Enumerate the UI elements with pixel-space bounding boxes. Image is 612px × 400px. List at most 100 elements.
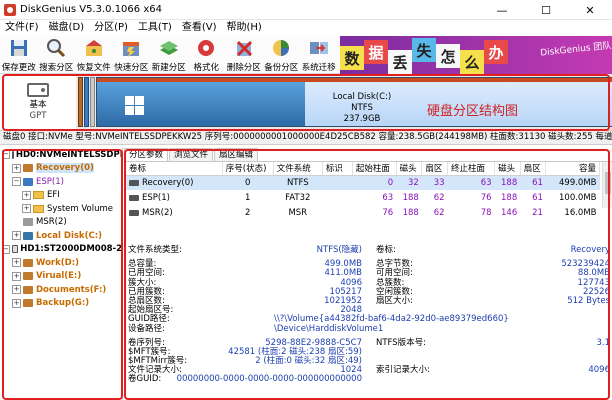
tree-item[interactable]: + Recovery(0) xyxy=(0,162,122,176)
cell-start-head: 188 xyxy=(402,207,419,218)
partition-segment-recovery[interactable] xyxy=(78,77,83,127)
cell-start-cyl: 63 xyxy=(382,192,394,203)
maximize-button[interactable]: ☐ xyxy=(524,0,568,20)
cell-capacity: 16.0MB xyxy=(564,207,597,218)
tree-item-label: Documents(F:) xyxy=(36,284,107,295)
tree-item[interactable]: + EFI xyxy=(0,189,122,203)
partition-segment-esp[interactable] xyxy=(84,77,89,127)
disk-type-label: 基本 xyxy=(29,99,47,110)
col-header[interactable]: 标识 xyxy=(322,162,353,176)
tree-item[interactable]: MSR(2) xyxy=(0,216,122,230)
panel-tabs: 分区参数 浏览文件 扇区编辑 xyxy=(124,148,612,162)
expand-icon[interactable]: + xyxy=(12,231,21,241)
partition-icon xyxy=(23,164,33,173)
partition-style-label: GPT xyxy=(29,110,47,121)
tree-item-label: HD1:ST2000DM008-2 xyxy=(20,244,122,255)
menu-view[interactable]: 查看(V) xyxy=(177,20,222,36)
app-logo-icon xyxy=(4,3,16,16)
cell-flag xyxy=(322,205,352,220)
partition-icon xyxy=(23,272,33,281)
col-header[interactable]: 容量 xyxy=(545,162,600,176)
format-button[interactable]: 格式化 xyxy=(188,36,226,74)
tab-browse-files[interactable]: 浏览文件 xyxy=(169,148,214,161)
cell-start-cyl: 76 xyxy=(382,207,394,218)
search-partition-button[interactable]: 搜索分区 xyxy=(38,36,76,74)
col-header[interactable]: 磁头 xyxy=(396,162,423,176)
partition-icon xyxy=(23,177,33,186)
collapse-icon[interactable]: − xyxy=(2,244,10,254)
tree-item[interactable]: + Local Disk(C:) xyxy=(0,229,122,243)
partition-table: 卷标 序号(状态) 文件系统 标识 起始柱面 磁头 扇区 终止柱面 磁头 扇区 … xyxy=(126,162,600,220)
partition-segment-c[interactable]: Local Disk(C:) NTFS 237.9GB 硬盘分区结构图 xyxy=(96,77,612,127)
cell-index: 0 xyxy=(222,175,274,190)
cell-start-sector: 62 xyxy=(433,192,445,203)
disk-info-line: 磁盘0 接口:NVMe 型号:NVMeINTELSSDPEKKW25 序列号:0… xyxy=(0,130,612,145)
table-row[interactable]: Recovery(0) 0 NTFS 0 32 33 63 188 61 499… xyxy=(126,175,600,190)
menu-partition[interactable]: 分区(P) xyxy=(89,20,133,36)
detail-row: $MFTMirr簇号: 2 (柱面:0 磁头:32 扇区:49) xyxy=(128,356,362,367)
menu-file[interactable]: 文件(F) xyxy=(0,20,44,36)
save-changes-button[interactable]: 保存更改 xyxy=(0,36,38,74)
tree-item-label: EFI xyxy=(47,190,60,201)
menu-disk[interactable]: 磁盘(D) xyxy=(44,20,90,36)
cell-label: MSR(2) xyxy=(142,207,173,218)
close-button[interactable]: ✕ xyxy=(568,0,612,20)
tree-item[interactable]: − HD0:NVMeINTELSSDPEK xyxy=(0,148,122,162)
cell-capacity: 100.0MB xyxy=(559,192,597,203)
col-header[interactable]: 序号(状态) xyxy=(222,162,274,176)
col-header[interactable]: 卷标 xyxy=(126,162,223,176)
partition-icon xyxy=(23,285,33,294)
col-header[interactable]: 文件系统 xyxy=(273,162,323,176)
promo-banner[interactable]: 数 据 丢 失 怎 么 办 DiskGenius 团队为您服务 xyxy=(340,36,612,76)
cell-start-head: 32 xyxy=(396,175,422,190)
backup-partition-button[interactable]: 备份分区 xyxy=(263,36,301,74)
tree-item-label: ESP(1) xyxy=(36,176,64,187)
disk-overview: 基本 GPT Local Disk(C:) NTFS 237.9GB 硬盘分区结… xyxy=(0,74,612,130)
tree-item[interactable]: + Work(D:) xyxy=(0,256,122,270)
collapse-icon[interactable]: − xyxy=(2,150,10,160)
tab-partition-params[interactable]: 分区参数 xyxy=(124,148,169,161)
col-header[interactable]: 扇区 xyxy=(421,162,449,176)
tree-item[interactable]: + Documents(F:) xyxy=(0,283,122,297)
tree-item[interactable]: + Virual(E:) xyxy=(0,270,122,284)
cell-end-sector: 61 xyxy=(532,192,543,203)
tree-item-label: Virual(E:) xyxy=(36,271,82,282)
col-header[interactable]: 终止柱面 xyxy=(447,162,496,176)
tree-item[interactable]: + Backup(G:) xyxy=(0,297,122,311)
minimize-button[interactable]: — xyxy=(480,0,524,20)
col-header[interactable]: 起始柱面 xyxy=(352,162,397,176)
expand-icon[interactable]: + xyxy=(12,298,21,308)
tree-item-label: System Volume xyxy=(47,203,114,214)
table-row[interactable]: MSR(2) 2 MSR 76 188 62 78 146 21 16.0MB xyxy=(126,205,600,220)
col-header[interactable]: 磁头 xyxy=(494,162,521,176)
table-scrollbar[interactable] xyxy=(602,162,612,208)
expand-icon[interactable]: + xyxy=(12,163,21,173)
collapse-icon[interactable]: − xyxy=(12,177,21,187)
banner-tile: 数 xyxy=(340,46,364,70)
delete-partition-button[interactable]: 删除分区 xyxy=(225,36,263,74)
tab-sector-editor[interactable]: 扇区编辑 xyxy=(214,148,259,161)
menu-help[interactable]: 帮助(H) xyxy=(222,20,267,36)
partition-segment-msr[interactable] xyxy=(90,77,95,127)
menu-tools[interactable]: 工具(T) xyxy=(133,20,177,36)
expand-icon[interactable]: + xyxy=(12,258,21,268)
system-migration-button[interactable]: 系统迁移 xyxy=(300,36,338,74)
recover-files-button[interactable]: 恢复文件 xyxy=(75,36,113,74)
expand-icon[interactable]: + xyxy=(22,204,31,214)
cell-fs: NTFS xyxy=(273,175,323,190)
detail-row: 总扇区数: 1021952 扇区大小: 512 Bytes xyxy=(128,295,610,306)
expand-icon[interactable]: + xyxy=(22,190,31,200)
new-partition-button[interactable]: 新建分区 xyxy=(150,36,188,74)
tree-item[interactable]: − HD1:ST2000DM008-2 xyxy=(0,243,122,257)
tree-item[interactable]: + System Volume xyxy=(0,202,122,216)
col-header[interactable]: 扇区 xyxy=(520,162,547,176)
windows-logo-icon xyxy=(125,96,145,116)
tree-item[interactable]: − ESP(1) xyxy=(0,175,122,189)
detail-row: 卷序列号: 5298-88E2-9888-C5C7 NTFS版本号: 3.1 xyxy=(128,337,610,348)
quick-partition-button[interactable]: 快速分区 xyxy=(113,36,151,74)
table-row[interactable]: ESP(1) 1 FAT32 63 188 62 76 188 61 100.0… xyxy=(126,190,600,205)
expand-icon[interactable]: + xyxy=(12,285,21,295)
expand-icon[interactable]: + xyxy=(12,271,21,281)
detail-row: 文件系统类型: NTFS(隐藏) 卷标: Recovery xyxy=(128,245,610,255)
cell-end-head: 188 xyxy=(501,192,518,203)
